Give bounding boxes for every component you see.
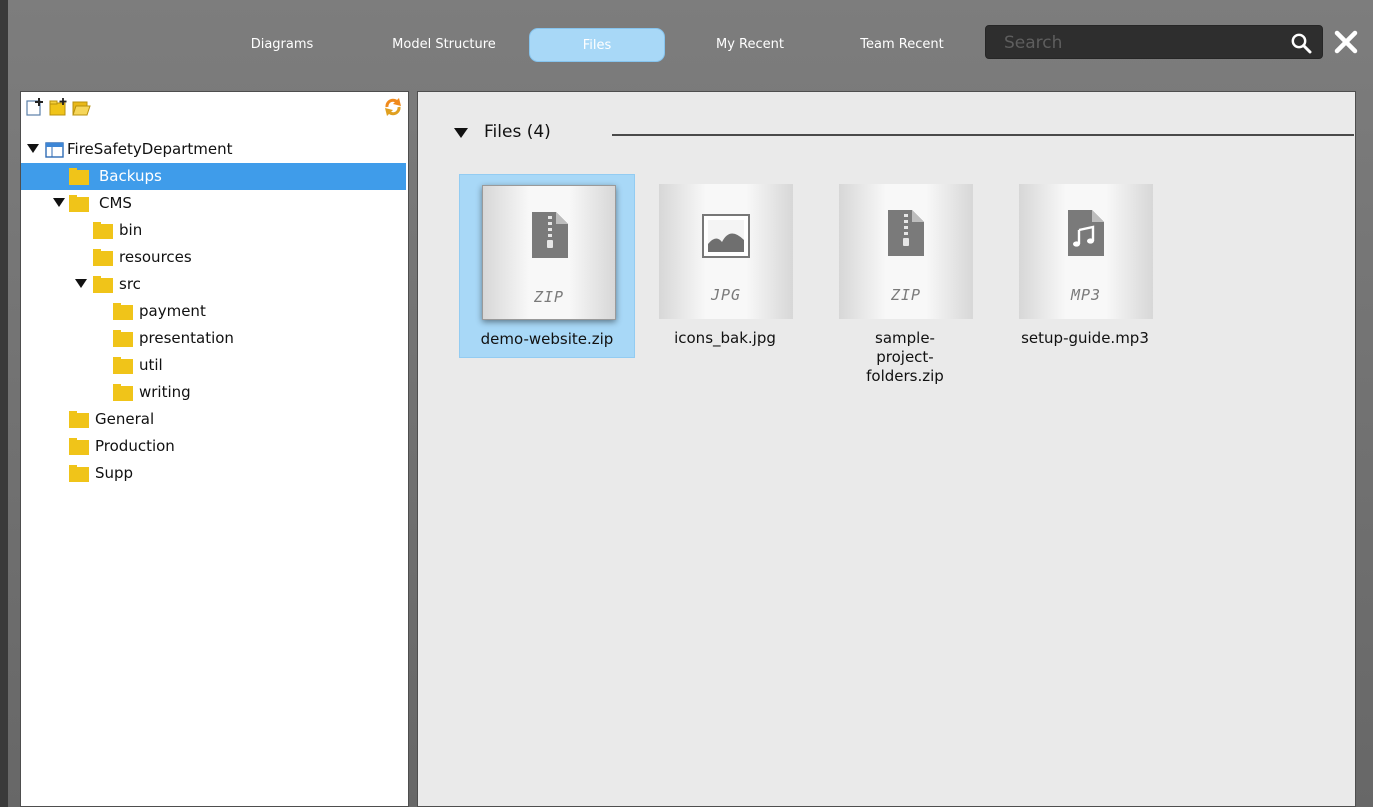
search-input[interactable] <box>1004 30 1274 56</box>
tree-toolbar <box>21 92 408 120</box>
tree-item-label: util <box>139 356 163 374</box>
refresh-icon[interactable] <box>383 97 403 117</box>
search-box[interactable] <box>985 25 1323 59</box>
folder-icon <box>69 411 89 428</box>
file-thumbnail: JPG <box>659 184 793 319</box>
tab-files[interactable]: Files <box>529 28 665 62</box>
tree-item-src[interactable]: src <box>21 271 406 298</box>
expanded-arrow-icon[interactable] <box>27 144 39 154</box>
file-extension: JPG <box>710 286 742 304</box>
file-extension: ZIP <box>533 288 565 306</box>
audio-file-icon <box>1068 210 1104 256</box>
folder-icon <box>93 276 113 293</box>
top-navigation: Diagrams Model Structure Files My Recent… <box>8 0 1373 88</box>
folder-icon <box>113 303 133 320</box>
folder-icon <box>69 465 89 482</box>
collapse-arrow-icon[interactable] <box>454 128 468 140</box>
tree-item-label: Backups <box>99 167 162 185</box>
new-folder-icon[interactable] <box>48 97 68 117</box>
zip-file-icon <box>532 212 568 258</box>
file-thumbnail: ZIP <box>839 184 973 319</box>
tree-item-writing[interactable]: writing <box>21 379 406 406</box>
tree-item-supp[interactable]: Supp <box>21 460 406 487</box>
file-name: icons_bak.jpg <box>674 329 776 347</box>
zip-file-icon <box>888 210 924 256</box>
file-tile-demo-website[interactable]: ZIP demo-website.zip <box>459 174 635 358</box>
tree-item-label: Production <box>95 437 175 455</box>
file-name: setup-guide.mp3 <box>1021 329 1149 347</box>
tree-item-cms[interactable]: CMS <box>21 190 406 217</box>
tree-item-production[interactable]: Production <box>21 433 406 460</box>
tab-my-recent[interactable]: My Recent <box>692 28 808 62</box>
folder-icon <box>93 249 113 266</box>
tab-team-recent[interactable]: Team Recent <box>842 28 962 62</box>
files-section-header[interactable]: Files (4) <box>454 122 1354 146</box>
folder-icon <box>69 438 89 455</box>
section-divider <box>612 134 1354 136</box>
tree-item-util[interactable]: util <box>21 352 406 379</box>
tree-item-label: src <box>119 275 141 293</box>
tree-item-label: bin <box>119 221 143 239</box>
folder-icon <box>69 168 89 185</box>
project-icon <box>45 142 64 158</box>
file-tile-setup-guide[interactable]: MP3 setup-guide.mp3 <box>997 174 1173 358</box>
file-thumbnail: MP3 <box>1019 184 1153 319</box>
search-icon[interactable] <box>1290 32 1312 54</box>
folder-icon <box>113 357 133 374</box>
folder-icon <box>93 222 113 239</box>
folder-tree-panel: FireSafetyDepartment Backups CMS bin res… <box>20 91 409 807</box>
file-extension: MP3 <box>1070 286 1102 304</box>
tree-item-firesafetydepartment[interactable]: FireSafetyDepartment <box>21 136 406 163</box>
window-edge <box>0 0 8 807</box>
expanded-arrow-icon[interactable] <box>53 198 65 208</box>
tree-item-bin[interactable]: bin <box>21 217 406 244</box>
tree-item-label: CMS <box>99 194 132 212</box>
tree-item-label: resources <box>119 248 192 266</box>
file-thumbnail: ZIP <box>482 185 616 320</box>
open-folder-icon[interactable] <box>71 97 91 117</box>
tree-item-backups[interactable]: Backups <box>21 163 406 190</box>
section-title: Files (4) <box>484 122 551 142</box>
tree-item-label: General <box>95 410 155 428</box>
file-name: sample-project-folders.zip <box>866 329 944 385</box>
folder-icon <box>69 195 89 212</box>
folder-icon <box>113 330 133 347</box>
tree-item-presentation[interactable]: presentation <box>21 325 406 352</box>
expanded-arrow-icon[interactable] <box>75 279 87 289</box>
file-name: demo-website.zip <box>480 330 614 348</box>
file-extension: ZIP <box>890 286 922 304</box>
new-file-icon[interactable] <box>25 97 45 117</box>
tree-item-resources[interactable]: resources <box>21 244 406 271</box>
image-file-icon <box>702 214 750 258</box>
tree-item-label: presentation <box>139 329 234 347</box>
tree-item-label: FireSafetyDepartment <box>67 140 233 158</box>
tree-item-general[interactable]: General <box>21 406 406 433</box>
tab-diagrams[interactable]: Diagrams <box>234 28 330 62</box>
file-tile-icons-bak[interactable]: JPG icons_bak.jpg <box>637 174 813 358</box>
tree-item-label: writing <box>139 383 191 401</box>
tab-model-structure[interactable]: Model Structure <box>374 28 514 62</box>
file-tile-sample-project-folders[interactable]: ZIP sample-project-folders.zip <box>817 174 993 385</box>
folder-icon <box>113 384 133 401</box>
tree-item-payment[interactable]: payment <box>21 298 406 325</box>
tree-item-label: payment <box>139 302 206 320</box>
close-icon[interactable] <box>1330 26 1362 58</box>
files-panel: Files (4) ZIP demo-website.zip JPG icons… <box>417 91 1356 807</box>
tree-item-label: Supp <box>95 464 134 482</box>
